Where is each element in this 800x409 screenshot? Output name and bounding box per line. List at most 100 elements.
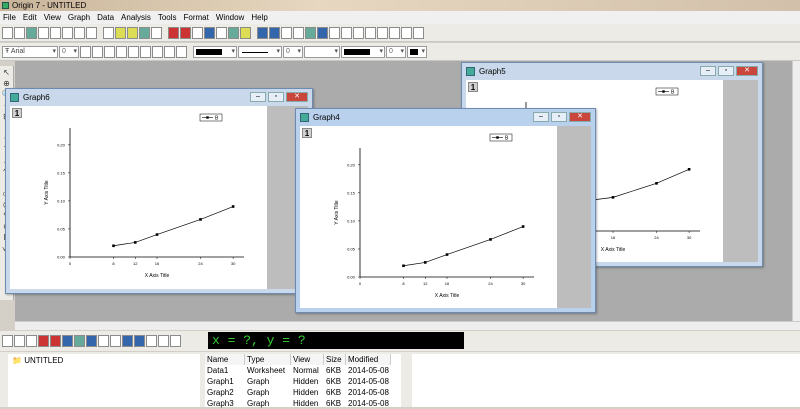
plot-type-button-4[interactable] <box>50 335 61 347</box>
graph4-window[interactable]: Graph4 – ▫ ✕ 0 8 12 16 24 30 0.00 0.05 0.10 0.15 0.20 X… <box>295 108 596 313</box>
subscript-button[interactable] <box>128 45 139 58</box>
column-header[interactable]: Size <box>324 354 346 365</box>
plot-type-button-5[interactable] <box>62 335 73 347</box>
toolbar-button-11[interactable] <box>139 26 150 39</box>
close-button[interactable]: ✕ <box>286 92 308 102</box>
decrease-font-button[interactable] <box>176 45 187 58</box>
menu-graph[interactable]: Graph <box>65 11 94 24</box>
minimize-button[interactable]: – <box>533 112 549 122</box>
line-width-select[interactable]: 0 <box>283 45 303 58</box>
toolbar-button-24[interactable] <box>305 26 316 39</box>
plot-type-button-6[interactable] <box>74 335 85 347</box>
graph6-window[interactable]: Graph6 – ▫ ✕ 0 8 12 16 24 30 0.00 0.05 0.10 0.15 0.20 X… <box>5 88 313 294</box>
tool-icon-0[interactable]: ↖ <box>2 68 12 78</box>
toolbar-button-4[interactable] <box>50 26 61 39</box>
list-item[interactable]: Graph1 Graph Hidden 6KB 2014-05-08 <box>205 376 401 387</box>
menu-analysis[interactable]: Analysis <box>118 11 155 24</box>
toolbar-button-21[interactable] <box>269 26 280 39</box>
toolbar-button-12[interactable] <box>151 26 162 39</box>
toolbar-button-23[interactable] <box>293 26 304 39</box>
column-header[interactable]: Name <box>205 354 245 365</box>
toolbar-button-31[interactable] <box>389 26 400 39</box>
toolbar-button-6[interactable] <box>74 26 85 39</box>
window-title-bar[interactable]: Graph4 – ▫ ✕ <box>296 109 595 126</box>
close-button[interactable]: ✕ <box>569 112 591 122</box>
minimize-button[interactable]: – <box>250 92 266 102</box>
restore-button[interactable]: ▫ <box>718 66 734 76</box>
plot-type-button-11[interactable] <box>134 335 145 347</box>
list-item[interactable]: Graph2 Graph Hidden 6KB 2014-05-08 <box>205 387 401 398</box>
bold-button[interactable] <box>80 45 91 58</box>
toolbar-button-29[interactable] <box>365 26 376 39</box>
column-header[interactable]: Modified <box>346 354 391 365</box>
restore-button[interactable]: ▫ <box>551 112 567 122</box>
graph-page[interactable]: 0 8 12 16 24 30 0.00 0.05 0.10 0.15 0.20 X Axis Tit… <box>10 106 267 289</box>
layer-indicator[interactable]: 1 <box>468 82 478 92</box>
font-select[interactable]: Ŧ Arial <box>2 45 58 58</box>
toolbar-button-2[interactable] <box>26 26 37 39</box>
plot-type-button-3[interactable] <box>38 335 49 347</box>
column-header[interactable]: View <box>291 354 324 365</box>
menu-tools[interactable]: Tools <box>155 11 181 24</box>
toolbar-button-16[interactable] <box>204 26 215 39</box>
supersub-button[interactable] <box>140 45 151 58</box>
superscript-button[interactable] <box>116 45 127 58</box>
font-size-select[interactable]: 0 <box>59 45 79 58</box>
toolbar-button-26[interactable] <box>329 26 340 39</box>
folder-tree[interactable]: 📁 UNTITLED <box>8 354 200 407</box>
fill-color-select[interactable] <box>341 45 385 58</box>
menu-format[interactable]: Format <box>181 11 213 24</box>
plot-type-button-9[interactable] <box>110 335 121 347</box>
line-style-select[interactable] <box>238 45 282 58</box>
italic-button[interactable] <box>92 45 103 58</box>
menu-file[interactable]: File <box>0 11 20 24</box>
toolbar-button-33[interactable] <box>413 26 424 39</box>
minimize-button[interactable]: – <box>700 66 716 76</box>
legend[interactable]: B <box>655 87 679 96</box>
menu-help[interactable]: Help <box>248 11 271 24</box>
window-title-bar[interactable]: Graph6 – ▫ ✕ <box>6 89 312 106</box>
list-item[interactable]: Graph3 Graph Hidden 6KB 2014-05-08 <box>205 398 401 409</box>
toolbar-button-10[interactable] <box>127 26 138 39</box>
toolbar-button-14[interactable] <box>180 26 191 39</box>
toolbar-button-8[interactable] <box>103 26 114 39</box>
pattern-width-select[interactable]: 0 <box>386 45 406 58</box>
window-list[interactable]: Name Type View Size Modified Data1 Worksheet No… <box>205 354 401 409</box>
toolbar-button-9[interactable] <box>115 26 126 39</box>
toolbar-button-1[interactable] <box>14 26 25 39</box>
plot-type-button-2[interactable] <box>26 335 37 347</box>
toolbar-button-15[interactable] <box>192 26 203 39</box>
menu-data[interactable]: Data <box>94 11 118 24</box>
close-button[interactable]: ✕ <box>736 66 758 76</box>
toolbar-button-3[interactable] <box>38 26 49 39</box>
layer-indicator[interactable]: 1 <box>12 108 22 118</box>
toolbar-button-17[interactable] <box>216 26 227 39</box>
toolbar-button-27[interactable] <box>341 26 352 39</box>
pattern-color-select[interactable] <box>407 45 427 58</box>
toolbar-button-13[interactable] <box>168 26 179 39</box>
plot-type-button-0[interactable] <box>2 335 13 347</box>
legend[interactable]: B <box>489 133 513 142</box>
plot-type-button-10[interactable] <box>122 335 133 347</box>
mdi-vertical-scrollbar[interactable] <box>792 61 800 321</box>
plot-type-button-7[interactable] <box>86 335 97 347</box>
list-item[interactable]: Data1 Worksheet Normal 6KB 2014-05-08 <box>205 365 401 376</box>
restore-button[interactable]: ▫ <box>268 92 284 102</box>
folder-untitled[interactable]: 📁 UNTITLED <box>8 354 200 365</box>
toolbar-button-20[interactable] <box>257 26 268 39</box>
menu-edit[interactable]: Edit <box>20 11 41 24</box>
mdi-horizontal-scrollbar[interactable] <box>15 321 800 330</box>
underline-button[interactable] <box>104 45 115 58</box>
increase-font-button[interactable] <box>164 45 175 58</box>
toolbar-button-25[interactable] <box>317 26 328 39</box>
graph-page[interactable]: 0 8 12 16 24 30 0.00 0.05 0.10 0.15 0.20 X Axis Tit… <box>300 126 557 308</box>
fill-select[interactable] <box>304 45 340 58</box>
greek-button[interactable] <box>152 45 163 58</box>
window-title-bar[interactable]: Graph5 – ▫ ✕ <box>462 63 762 80</box>
toolbar-button-0[interactable] <box>2 26 13 39</box>
toolbar-button-30[interactable] <box>377 26 388 39</box>
plot-type-button-1[interactable] <box>14 335 25 347</box>
toolbar-button-32[interactable] <box>401 26 412 39</box>
plot-type-button-12[interactable] <box>146 335 157 347</box>
color-select[interactable] <box>193 45 237 58</box>
